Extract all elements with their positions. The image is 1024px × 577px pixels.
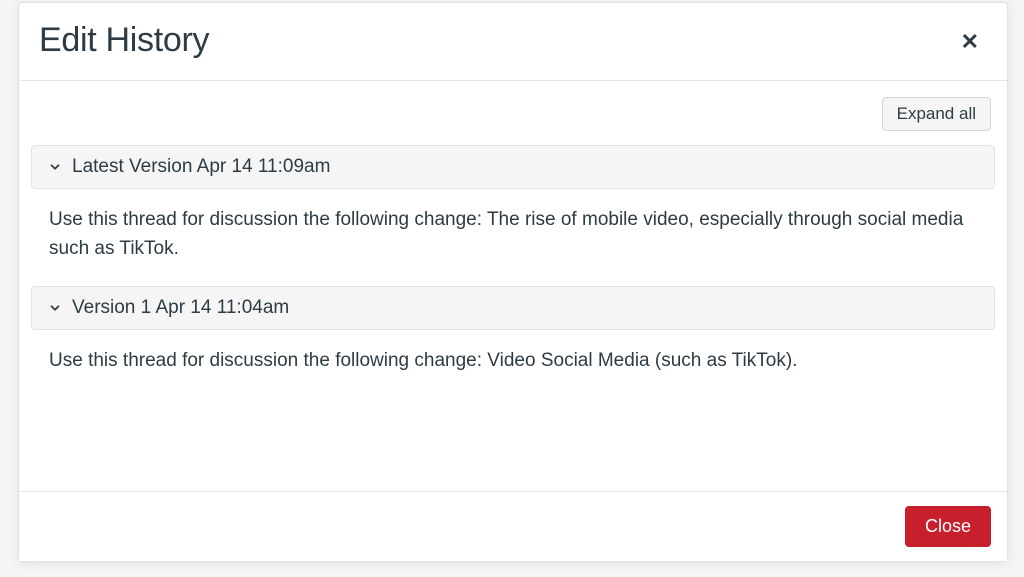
version-row-1[interactable]: Version 1 Apr 14 11:04am xyxy=(31,286,995,330)
version-header-label: Latest Version Apr 14 11:09am xyxy=(72,156,330,178)
version-row-latest[interactable]: Latest Version Apr 14 11:09am xyxy=(31,145,995,189)
chevron-down-icon xyxy=(46,158,64,176)
modal-body: Expand all Latest Version Apr 14 11:09am… xyxy=(19,81,1007,491)
version-content-1: Use this thread for discussion the follo… xyxy=(31,342,995,397)
edit-history-modal: Edit History ✕ Expand all Latest Version… xyxy=(18,2,1008,562)
expand-all-row: Expand all xyxy=(31,97,995,131)
expand-all-button[interactable]: Expand all xyxy=(882,97,991,131)
modal-header: Edit History ✕ xyxy=(19,3,1007,81)
modal-title: Edit History xyxy=(39,21,209,60)
close-button[interactable]: Close xyxy=(905,506,991,547)
modal-footer: Close xyxy=(19,491,1007,561)
close-icon[interactable]: ✕ xyxy=(953,27,987,57)
version-header-label: Version 1 Apr 14 11:04am xyxy=(72,297,289,319)
chevron-down-icon xyxy=(46,299,64,317)
version-content-latest: Use this thread for discussion the follo… xyxy=(31,201,995,286)
